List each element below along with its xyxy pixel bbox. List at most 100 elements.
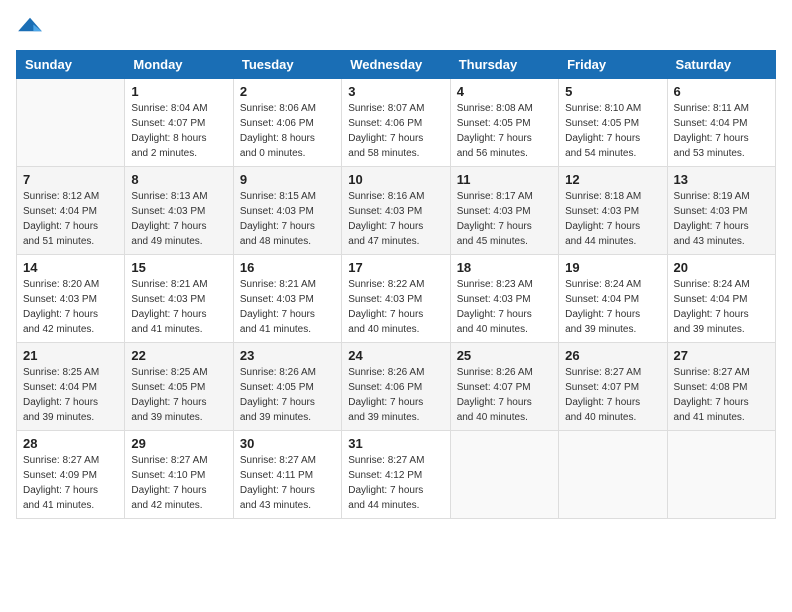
day-number: 21	[23, 348, 118, 363]
logo	[16, 16, 48, 38]
calendar-cell: 17 Sunrise: 8:22 AM Sunset: 4:03 PM Dayli…	[342, 255, 450, 343]
calendar-cell: 4Sunrise: 8:08 AM Sunset: 4:05 PM Daylig…	[450, 79, 558, 167]
day-number: 1	[131, 84, 226, 99]
day-info: Sunrise: 8:22 AM Sunset: 4:03 PM Dayligh…	[348, 277, 443, 337]
calendar-header-friday: Friday	[559, 51, 667, 79]
calendar-cell: 2Sunrise: 8:06 AM Sunset: 4:06 PM Daylig…	[233, 79, 341, 167]
day-number: 5	[565, 84, 660, 99]
day-info: Sunrise: 8:24 AM Sunset: 4:04 PM Dayligh…	[565, 277, 660, 337]
calendar-table: SundayMondayTuesdayWednesdayThursdayFrid…	[16, 50, 776, 519]
day-info: Sunrise: 8:27 AM Sunset: 4:08 PM Dayligh…	[674, 365, 769, 425]
day-number: 12	[565, 172, 660, 187]
calendar-cell: 26 Sunrise: 8:27 AM Sunset: 4:07 PM Dayli…	[559, 343, 667, 431]
day-info: Sunrise: 8:26 AM Sunset: 4:05 PM Dayligh…	[240, 365, 335, 425]
calendar-cell: 9Sunrise: 8:15 AM Sunset: 4:03 PM Daylig…	[233, 167, 341, 255]
day-info: Sunrise: 8:13 AM Sunset: 4:03 PM Dayligh…	[131, 189, 226, 249]
calendar-cell: 14 Sunrise: 8:20 AM Sunset: 4:03 PM Dayli…	[17, 255, 125, 343]
day-number: 13	[674, 172, 769, 187]
day-number: 16	[240, 260, 335, 275]
day-number: 15	[131, 260, 226, 275]
day-info: Sunrise: 8:27 AM Sunset: 4:10 PM Dayligh…	[131, 453, 226, 513]
calendar-cell: 10 Sunrise: 8:16 AM Sunset: 4:03 PM Dayli…	[342, 167, 450, 255]
calendar-header-row: SundayMondayTuesdayWednesdayThursdayFrid…	[17, 51, 776, 79]
calendar-cell: 7 Sunrise: 8:12 AM Sunset: 4:04 PM Daylig…	[17, 167, 125, 255]
calendar-cell: 20 Sunrise: 8:24 AM Sunset: 4:04 PM Dayli…	[667, 255, 775, 343]
day-info: Sunrise: 8:19 AM Sunset: 4:03 PM Dayligh…	[674, 189, 769, 249]
calendar-cell: 21Sunrise: 8:25 AM Sunset: 4:04 PM Dayli…	[17, 343, 125, 431]
day-info: Sunrise: 8:20 AM Sunset: 4:03 PM Dayligh…	[23, 277, 118, 337]
calendar-cell	[17, 79, 125, 167]
calendar-cell	[450, 431, 558, 519]
calendar-week-row: 21Sunrise: 8:25 AM Sunset: 4:04 PM Dayli…	[17, 343, 776, 431]
calendar-week-row: 14 Sunrise: 8:20 AM Sunset: 4:03 PM Dayli…	[17, 255, 776, 343]
day-info: Sunrise: 8:04 AM Sunset: 4:07 PM Dayligh…	[131, 101, 226, 161]
day-number: 18	[457, 260, 552, 275]
calendar-cell: 23 Sunrise: 8:26 AM Sunset: 4:05 PM Dayli…	[233, 343, 341, 431]
logo-icon	[16, 16, 44, 38]
day-info: Sunrise: 8:23 AM Sunset: 4:03 PM Dayligh…	[457, 277, 552, 337]
calendar-cell: 3 Sunrise: 8:07 AM Sunset: 4:06 PM Daylig…	[342, 79, 450, 167]
day-info: Sunrise: 8:11 AM Sunset: 4:04 PM Dayligh…	[674, 101, 769, 161]
calendar-cell: 19 Sunrise: 8:24 AM Sunset: 4:04 PM Dayli…	[559, 255, 667, 343]
calendar-week-row: 1 Sunrise: 8:04 AM Sunset: 4:07 PM Daylig…	[17, 79, 776, 167]
day-number: 28	[23, 436, 118, 451]
calendar-cell: 11 Sunrise: 8:17 AM Sunset: 4:03 PM Dayli…	[450, 167, 558, 255]
day-info: Sunrise: 8:12 AM Sunset: 4:04 PM Dayligh…	[23, 189, 118, 249]
calendar-header-saturday: Saturday	[667, 51, 775, 79]
day-number: 29	[131, 436, 226, 451]
calendar-cell: 28 Sunrise: 8:27 AM Sunset: 4:09 PM Dayli…	[17, 431, 125, 519]
day-number: 2	[240, 84, 335, 99]
calendar-header-tuesday: Tuesday	[233, 51, 341, 79]
day-info: Sunrise: 8:08 AM Sunset: 4:05 PM Dayligh…	[457, 101, 552, 161]
calendar-cell: 13 Sunrise: 8:19 AM Sunset: 4:03 PM Dayli…	[667, 167, 775, 255]
day-info: Sunrise: 8:26 AM Sunset: 4:06 PM Dayligh…	[348, 365, 443, 425]
day-number: 23	[240, 348, 335, 363]
day-info: Sunrise: 8:26 AM Sunset: 4:07 PM Dayligh…	[457, 365, 552, 425]
calendar-cell: 15 Sunrise: 8:21 AM Sunset: 4:03 PM Dayli…	[125, 255, 233, 343]
day-number: 26	[565, 348, 660, 363]
calendar-cell: 16 Sunrise: 8:21 AM Sunset: 4:03 PM Dayli…	[233, 255, 341, 343]
day-info: Sunrise: 8:10 AM Sunset: 4:05 PM Dayligh…	[565, 101, 660, 161]
day-number: 3	[348, 84, 443, 99]
calendar-cell: 8Sunrise: 8:13 AM Sunset: 4:03 PM Daylig…	[125, 167, 233, 255]
calendar-cell: 5 Sunrise: 8:10 AM Sunset: 4:05 PM Daylig…	[559, 79, 667, 167]
calendar-header-thursday: Thursday	[450, 51, 558, 79]
day-number: 17	[348, 260, 443, 275]
calendar-cell: 18 Sunrise: 8:23 AM Sunset: 4:03 PM Dayli…	[450, 255, 558, 343]
day-info: Sunrise: 8:07 AM Sunset: 4:06 PM Dayligh…	[348, 101, 443, 161]
calendar-cell: 27Sunrise: 8:27 AM Sunset: 4:08 PM Dayli…	[667, 343, 775, 431]
day-number: 20	[674, 260, 769, 275]
day-info: Sunrise: 8:21 AM Sunset: 4:03 PM Dayligh…	[240, 277, 335, 337]
day-number: 22	[131, 348, 226, 363]
day-info: Sunrise: 8:18 AM Sunset: 4:03 PM Dayligh…	[565, 189, 660, 249]
calendar-cell: 25 Sunrise: 8:26 AM Sunset: 4:07 PM Dayli…	[450, 343, 558, 431]
day-info: Sunrise: 8:27 AM Sunset: 4:09 PM Dayligh…	[23, 453, 118, 513]
calendar-cell: 30Sunrise: 8:27 AM Sunset: 4:11 PM Dayli…	[233, 431, 341, 519]
day-number: 10	[348, 172, 443, 187]
day-info: Sunrise: 8:16 AM Sunset: 4:03 PM Dayligh…	[348, 189, 443, 249]
calendar-cell: 6Sunrise: 8:11 AM Sunset: 4:04 PM Daylig…	[667, 79, 775, 167]
day-info: Sunrise: 8:21 AM Sunset: 4:03 PM Dayligh…	[131, 277, 226, 337]
calendar-cell: 29 Sunrise: 8:27 AM Sunset: 4:10 PM Dayli…	[125, 431, 233, 519]
calendar-cell	[559, 431, 667, 519]
calendar-cell: 12 Sunrise: 8:18 AM Sunset: 4:03 PM Dayli…	[559, 167, 667, 255]
day-info: Sunrise: 8:27 AM Sunset: 4:12 PM Dayligh…	[348, 453, 443, 513]
day-info: Sunrise: 8:27 AM Sunset: 4:07 PM Dayligh…	[565, 365, 660, 425]
calendar-cell	[667, 431, 775, 519]
day-info: Sunrise: 8:17 AM Sunset: 4:03 PM Dayligh…	[457, 189, 552, 249]
day-number: 19	[565, 260, 660, 275]
day-number: 14	[23, 260, 118, 275]
day-info: Sunrise: 8:25 AM Sunset: 4:05 PM Dayligh…	[131, 365, 226, 425]
calendar-cell: 1 Sunrise: 8:04 AM Sunset: 4:07 PM Daylig…	[125, 79, 233, 167]
day-number: 31	[348, 436, 443, 451]
day-info: Sunrise: 8:27 AM Sunset: 4:11 PM Dayligh…	[240, 453, 335, 513]
day-number: 24	[348, 348, 443, 363]
day-number: 25	[457, 348, 552, 363]
day-info: Sunrise: 8:24 AM Sunset: 4:04 PM Dayligh…	[674, 277, 769, 337]
day-info: Sunrise: 8:15 AM Sunset: 4:03 PM Dayligh…	[240, 189, 335, 249]
calendar-cell: 22 Sunrise: 8:25 AM Sunset: 4:05 PM Dayli…	[125, 343, 233, 431]
day-number: 7	[23, 172, 118, 187]
day-number: 11	[457, 172, 552, 187]
page-header	[16, 16, 776, 38]
calendar-header-wednesday: Wednesday	[342, 51, 450, 79]
